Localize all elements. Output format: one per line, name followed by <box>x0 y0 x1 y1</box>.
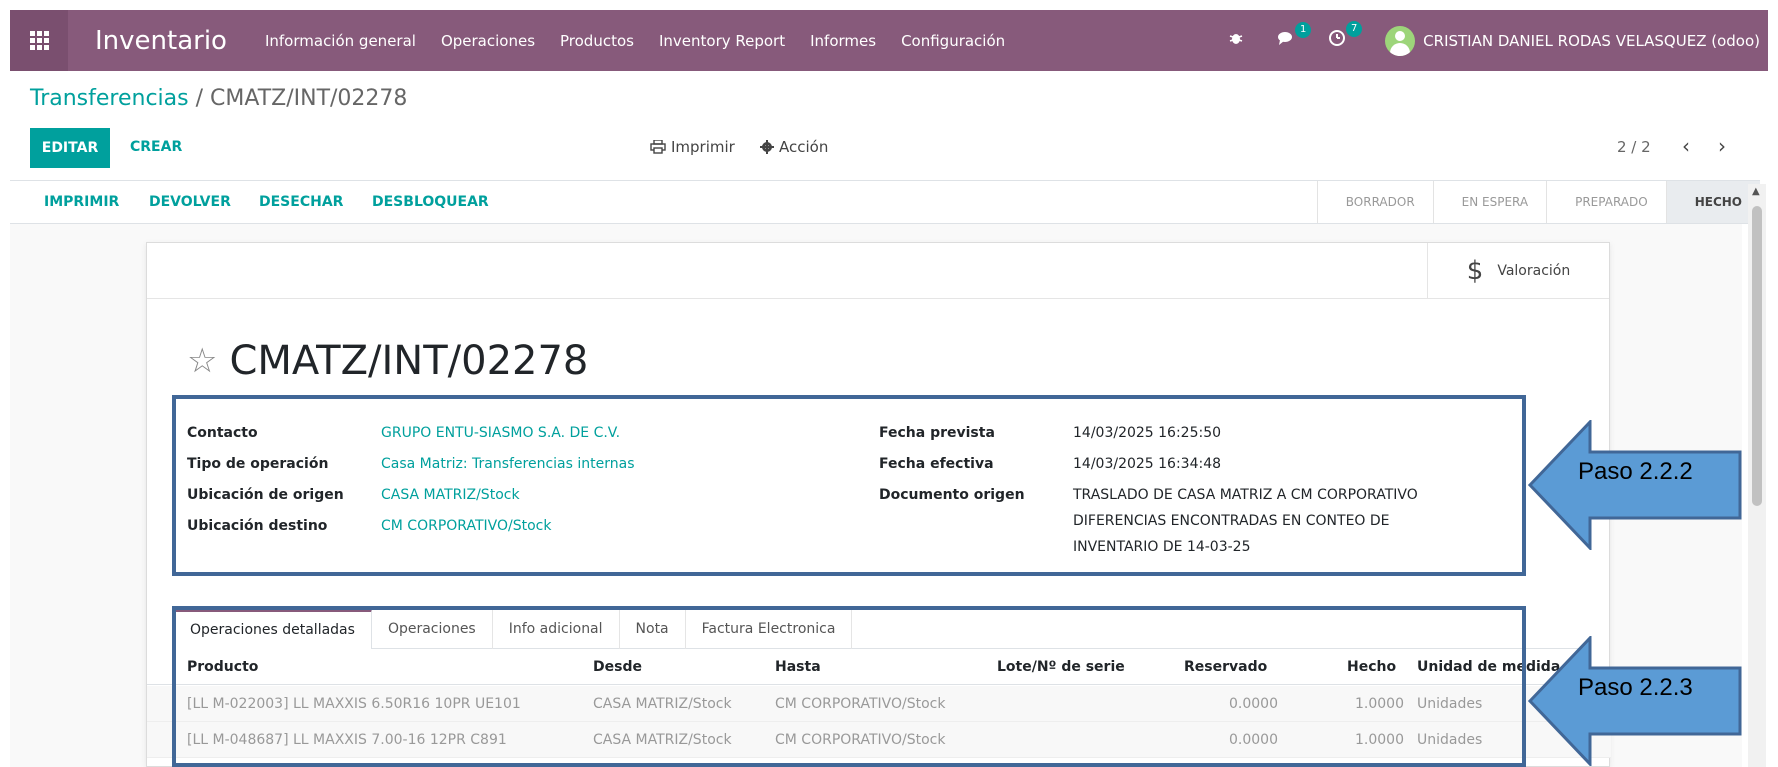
systray: 1 7 CRISTIAN DANIEL RODAS VELASQUEZ (odo… <box>1228 10 1768 71</box>
stage-en-espera[interactable]: EN ESPERA <box>1432 181 1547 223</box>
print-label: Imprimir <box>671 138 735 156</box>
annotation-label-2: Paso 2.2.3 <box>1578 674 1693 701</box>
return-button[interactable]: DEVOLVER <box>149 194 231 210</box>
menu-item-operaciones[interactable]: Operaciones <box>441 32 535 50</box>
action-dropdown[interactable]: Acción <box>760 138 828 156</box>
activities-clock-icon[interactable]: 7 <box>1328 21 1363 52</box>
pager-value[interactable]: 2 / 2 <box>1617 138 1651 156</box>
vertical-scrollbar[interactable]: ▲ <box>1748 184 1766 767</box>
breadcrumb-current: CMATZ/INT/02278 <box>210 86 408 111</box>
breadcrumb-separator: / <box>188 86 211 111</box>
edit-button[interactable]: EDITAR <box>30 128 110 168</box>
gear-icon <box>760 140 774 154</box>
printer-icon <box>650 140 666 154</box>
menu-item-informacion-general[interactable]: Información general <box>265 32 416 50</box>
breadcrumb: Transferencias / CMATZ/INT/02278 <box>30 86 407 111</box>
smart-button-box: $ Valoración <box>147 243 1609 299</box>
messages-icon[interactable]: 1 <box>1277 22 1312 51</box>
annotation-box-table <box>172 606 1526 767</box>
user-avatar[interactable] <box>1385 25 1416 56</box>
dollar-icon: $ <box>1466 256 1484 286</box>
create-button[interactable]: CREAR <box>130 139 182 155</box>
user-name[interactable]: CRISTIAN DANIEL RODAS VELASQUEZ (odoo) <box>1423 32 1760 50</box>
menu-item-configuracion[interactable]: Configuración <box>901 32 1005 50</box>
pager-previous-icon[interactable]: ‹ <box>1682 134 1690 158</box>
breadcrumb-parent[interactable]: Transferencias <box>30 86 189 111</box>
pager-next-icon[interactable]: › <box>1718 134 1726 158</box>
valuation-label: Valoración <box>1497 263 1571 279</box>
apps-grid-icon <box>29 31 49 50</box>
stage-hecho[interactable]: HECHO <box>1665 181 1760 223</box>
bug-icon[interactable] <box>1228 30 1244 51</box>
scroll-thumb[interactable] <box>1752 206 1762 506</box>
apps-menu-button[interactable] <box>10 10 68 71</box>
annotation-label-1: Paso 2.2.2 <box>1578 458 1693 485</box>
top-navbar: Inventario Información general Operacion… <box>10 10 1768 71</box>
menu-item-inventory-report[interactable]: Inventory Report <box>659 32 785 50</box>
stage-pipeline: BORRADOR EN ESPERA PREPARADO HECHO <box>1316 181 1760 223</box>
menu-item-informes[interactable]: Informes <box>810 32 876 50</box>
messages-badge: 1 <box>1295 22 1312 38</box>
scrap-button[interactable]: DESECHAR <box>259 194 343 210</box>
record-title: ☆ CMATZ/INT/02278 <box>187 338 588 384</box>
star-icon[interactable]: ☆ <box>187 341 217 381</box>
app-brand[interactable]: Inventario <box>95 26 227 56</box>
activities-badge: 7 <box>1346 21 1363 37</box>
menu-item-productos[interactable]: Productos <box>560 32 634 50</box>
annotation-box-fields <box>172 395 1526 576</box>
status-bar: IMPRIMIR DEVOLVER DESECHAR DESBLOQUEAR B… <box>10 180 1760 224</box>
stage-preparado[interactable]: PREPARADO <box>1546 181 1666 223</box>
main-menu: Información general Operaciones Producto… <box>265 32 1030 50</box>
record-title-text: CMATZ/INT/02278 <box>229 338 589 384</box>
stage-borrador[interactable]: BORRADOR <box>1316 181 1433 223</box>
valuation-button[interactable]: $ Valoración <box>1427 243 1609 299</box>
action-label: Acción <box>779 138 829 156</box>
scroll-up-icon[interactable]: ▲ <box>1752 186 1760 197</box>
print-action-button[interactable]: IMPRIMIR <box>44 194 119 210</box>
unlock-button[interactable]: DESBLOQUEAR <box>372 194 489 210</box>
print-dropdown[interactable]: Imprimir <box>650 138 735 156</box>
